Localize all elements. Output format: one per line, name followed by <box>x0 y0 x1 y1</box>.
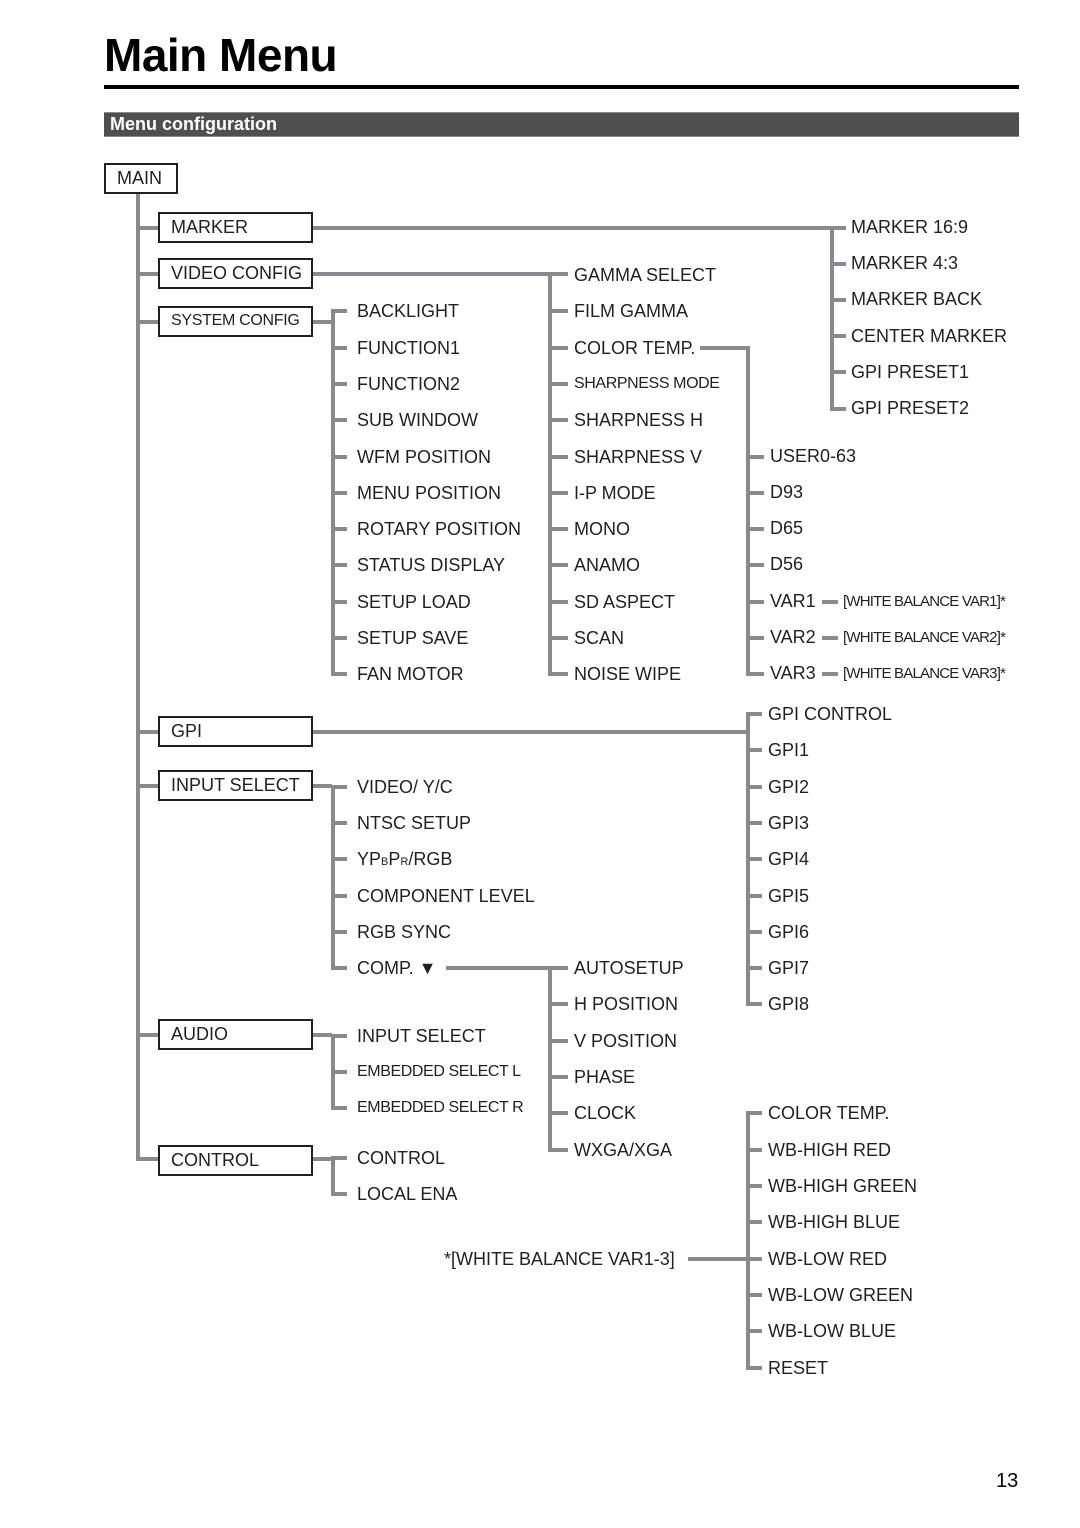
white-balance-label: *[WHITE BALANCE VAR1-3] <box>444 1249 675 1269</box>
color-temp-item: D93 <box>770 482 804 502</box>
system-config-item: SETUP LOAD <box>357 592 471 612</box>
section-header: Menu configuration <box>104 112 1019 137</box>
white-balance-item: WB-HIGH BLUE <box>768 1212 901 1232</box>
color-temp-item: D56 <box>770 554 804 574</box>
gpi-item: GPI CONTROL <box>768 704 893 724</box>
video-config-item: NOISE WIPE <box>574 664 682 684</box>
comp-item: V POSITION <box>574 1031 678 1051</box>
system-config-item: MENU POSITION <box>357 483 502 503</box>
gpi-item: GPI5 <box>768 886 810 906</box>
system-config-item: FAN MOTOR <box>357 664 464 684</box>
system-config-item: ROTARY POSITION <box>357 519 522 539</box>
color-temp-item: VAR3 <box>770 663 816 683</box>
comp-item: WXGA/XGA <box>574 1140 673 1160</box>
menu-gpi: GPI <box>158 716 313 747</box>
gpi-item: GPI6 <box>768 922 810 942</box>
system-config-item: BACKLIGHT <box>357 301 460 321</box>
input-select-item: NTSC SETUP <box>357 813 472 833</box>
page-number: 13 <box>996 1470 1019 1492</box>
white-balance-item: RESET <box>768 1358 829 1378</box>
audio-item: INPUT SELECT <box>357 1026 486 1046</box>
white-balance-ref: [WHITE BALANCE VAR2]* <box>843 629 1006 646</box>
video-config-item: GAMMA SELECT <box>574 265 717 285</box>
video-config-item: ANAMO <box>574 555 641 575</box>
marker-item: GPI PRESET2 <box>851 398 970 418</box>
video-config-item: SD ASPECT <box>574 592 676 612</box>
marker-item: GPI PRESET1 <box>851 362 970 382</box>
marker-item: CENTER MARKER <box>851 326 1008 346</box>
gpi-item: GPI2 <box>768 777 810 797</box>
video-config-item: SCAN <box>574 628 625 648</box>
color-temp-item: VAR2 <box>770 627 816 647</box>
white-balance-ref: [WHITE BALANCE VAR3]* <box>843 665 1006 682</box>
video-config-item: SHARPNESS MODE <box>574 375 720 392</box>
gpi-item: GPI8 <box>768 994 810 1014</box>
color-temp-item: USER0-63 <box>770 446 857 466</box>
gpi-item: GPI3 <box>768 813 810 833</box>
system-config-item: SETUP SAVE <box>357 628 469 648</box>
white-balance-item: COLOR TEMP. <box>768 1103 890 1123</box>
white-balance-ref: [WHITE BALANCE VAR1]* <box>843 593 1006 610</box>
gpi-item: GPI1 <box>768 740 810 760</box>
white-balance-item: WB-LOW GREEN <box>768 1285 914 1305</box>
input-select-item: RGB SYNC <box>357 922 452 942</box>
menu-marker: MARKER <box>158 212 313 243</box>
marker-item: MARKER 16:9 <box>851 217 969 237</box>
control-item: LOCAL ENA <box>357 1184 458 1204</box>
menu-root-main: MAIN <box>104 163 178 194</box>
comp-item: CLOCK <box>574 1103 637 1123</box>
system-config-item: STATUS DISPLAY <box>357 555 506 575</box>
gpi-item: GPI4 <box>768 849 810 869</box>
menu-audio: AUDIO <box>158 1019 313 1050</box>
marker-item: MARKER 4:3 <box>851 253 959 273</box>
video-config-item: COLOR TEMP. <box>574 338 696 358</box>
system-config-item: WFM POSITION <box>357 447 491 467</box>
white-balance-item: WB-LOW RED <box>768 1249 887 1269</box>
page-title: Main Menu <box>104 29 338 81</box>
white-balance-item: WB-LOW BLUE <box>768 1321 897 1341</box>
title-rule <box>104 85 1019 89</box>
gpi-item: GPI7 <box>768 958 810 978</box>
comp-item: PHASE <box>574 1067 636 1087</box>
comp-item: H POSITION <box>574 994 679 1014</box>
input-select-item: COMPONENT LEVEL <box>357 886 535 906</box>
section-title: Menu configuration <box>110 114 277 134</box>
video-config-item: MONO <box>574 519 630 539</box>
menu-input-select: INPUT SELECT <box>158 770 313 801</box>
system-config-item: FUNCTION1 <box>357 338 460 358</box>
audio-item: EMBEDDED SELECT L <box>357 1063 521 1080</box>
menu-video-config: VIDEO CONFIG <box>158 258 313 289</box>
white-balance-item: WB-HIGH GREEN <box>768 1176 918 1196</box>
color-temp-item: VAR1 <box>770 591 816 611</box>
white-balance-item: WB-HIGH RED <box>768 1140 891 1160</box>
video-config-item: SHARPNESS H <box>574 410 704 430</box>
input-select-item-comp: COMP. ▼ <box>357 958 437 978</box>
control-item: CONTROL <box>357 1148 446 1168</box>
input-select-item-ypbpr: YPBPR/RGB <box>357 849 453 869</box>
comp-item: AUTOSETUP <box>574 958 684 978</box>
system-config-item: SUB WINDOW <box>357 410 478 430</box>
video-config-item: FILM GAMMA <box>574 301 689 321</box>
video-config-item: I-P MODE <box>574 483 656 503</box>
color-temp-item: D65 <box>770 518 804 538</box>
audio-item: EMBEDDED SELECT R <box>357 1099 524 1116</box>
video-config-item: SHARPNESS V <box>574 447 703 467</box>
input-select-item: VIDEO/ Y/C <box>357 777 453 797</box>
system-config-item: FUNCTION2 <box>357 374 460 394</box>
menu-control: CONTROL <box>158 1145 313 1176</box>
marker-item: MARKER BACK <box>851 289 983 309</box>
menu-system-config: SYSTEM CONFIG <box>158 306 313 337</box>
